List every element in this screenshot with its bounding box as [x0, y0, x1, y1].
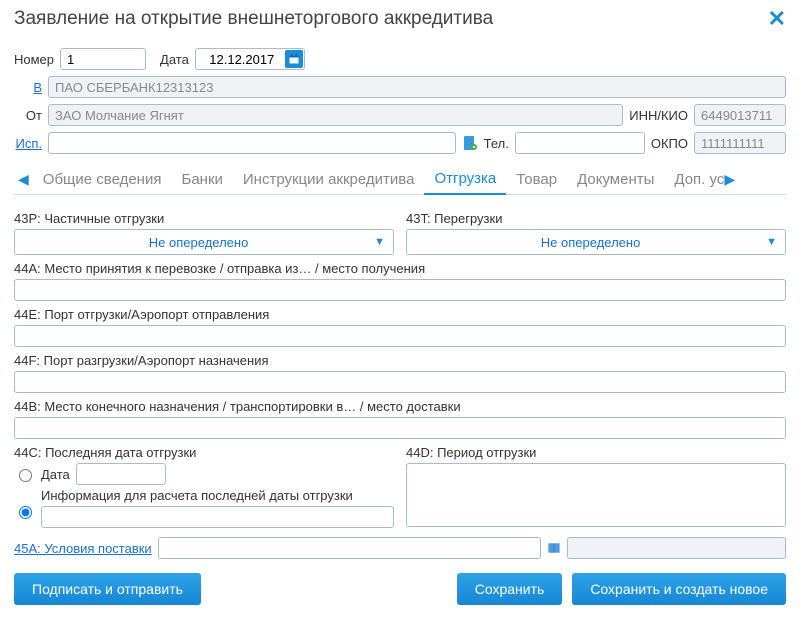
- tab-scroll-left-icon[interactable]: ◀: [14, 171, 33, 188]
- chevron-down-icon: ▼: [766, 236, 777, 248]
- tab-shipment[interactable]: Отгрузка: [424, 164, 506, 195]
- row-number-date: Номер Дата: [14, 48, 786, 70]
- tel-label: Тел.: [484, 136, 509, 151]
- inn-label: ИНН/КИО: [629, 108, 688, 123]
- to-input: [48, 76, 786, 98]
- tab-goods[interactable]: Товар: [506, 165, 567, 194]
- f43p-dropdown[interactable]: Не опеределено ▼: [14, 229, 394, 255]
- okpo-input: [694, 132, 786, 154]
- title-bar: Заявление на открытие внешнеторгового ак…: [14, 8, 786, 30]
- letter-of-credit-form: Заявление на открытие внешнеторгового ак…: [0, 0, 800, 625]
- button-bar: Подписать и отправить Сохранить Сохранит…: [14, 573, 786, 605]
- f44c-calc-input[interactable]: [41, 506, 394, 528]
- okpo-label: ОКПО: [651, 136, 688, 151]
- isp-label-link[interactable]: Исп.: [14, 136, 42, 151]
- f44c-date-radio[interactable]: [19, 469, 32, 482]
- tab-bar: ◀ Общие сведения Банки Инструкции аккред…: [14, 164, 786, 195]
- f44c-date-label: Дата: [41, 467, 70, 482]
- save-new-button[interactable]: Сохранить и создать новое: [572, 573, 786, 605]
- tab-additional[interactable]: Доп. ус: [664, 165, 720, 194]
- f44d-label: 44D: Период отгрузки: [406, 445, 786, 460]
- tab-scroll-right-icon[interactable]: ▶: [720, 171, 739, 188]
- f44e-label: 44E: Порт отгрузки/Аэропорт отправления: [14, 307, 786, 322]
- f43t-value: Не опеределено: [415, 235, 766, 250]
- row-45a: 45A: Условия поставки: [14, 537, 786, 559]
- f44b-input[interactable]: [14, 417, 786, 439]
- row-to: В: [14, 76, 786, 98]
- tab-documents[interactable]: Документы: [567, 165, 664, 194]
- f43t-label: 43T: Перегрузки: [406, 211, 786, 226]
- tab-instructions[interactable]: Инструкции аккредитива: [233, 165, 425, 194]
- row-43p-43t: 43P: Частичные отгрузки Не опеределено ▼…: [14, 205, 786, 255]
- f44c-date-input[interactable]: [76, 463, 166, 485]
- f43p-label: 43P: Частичные отгрузки: [14, 211, 394, 226]
- f45a-label-link[interactable]: 45A: Условия поставки: [14, 541, 152, 556]
- number-input[interactable]: [60, 48, 146, 70]
- inn-input: [694, 104, 786, 126]
- window-title: Заявление на открытие внешнеторгового ак…: [14, 8, 493, 30]
- tab-banks[interactable]: Банки: [171, 165, 232, 194]
- f44c-calc-label: Информация для расчета последней даты от…: [41, 488, 394, 503]
- f44d-textarea[interactable]: [406, 463, 786, 527]
- chevron-down-icon: ▼: [374, 236, 385, 248]
- row-44c-44d: 44C: Последняя дата отгрузки Дата Информ…: [14, 445, 786, 531]
- save-button[interactable]: Сохранить: [457, 573, 563, 605]
- number-label: Номер: [14, 52, 54, 67]
- close-icon[interactable]: ✕: [768, 8, 786, 30]
- directory-icon[interactable]: [547, 541, 561, 555]
- f44c-label: 44C: Последняя дата отгрузки: [14, 445, 394, 460]
- f44f-label: 44F: Порт разгрузки/Аэропорт назначения: [14, 353, 786, 368]
- sign-send-button[interactable]: Подписать и отправить: [14, 573, 201, 605]
- contacts-icon[interactable]: [462, 135, 478, 151]
- f43p-value: Не опеределено: [23, 235, 374, 250]
- to-label-link[interactable]: В: [14, 80, 42, 95]
- row-isp: Исп. Тел. ОКПО: [14, 132, 786, 154]
- isp-input[interactable]: [48, 132, 456, 154]
- tel-input[interactable]: [515, 132, 645, 154]
- f44a-input[interactable]: [14, 279, 786, 301]
- f44f-input[interactable]: [14, 371, 786, 393]
- f43t-dropdown[interactable]: Не опеределено ▼: [406, 229, 786, 255]
- date-label: Дата: [160, 52, 189, 67]
- from-label: От: [14, 108, 42, 123]
- calendar-icon[interactable]: [285, 50, 303, 68]
- f44e-input[interactable]: [14, 325, 786, 347]
- f45a-input-2: [567, 537, 786, 559]
- f44a-label: 44A: Место принятия к перевозке / отправ…: [14, 261, 786, 276]
- from-input: [48, 104, 623, 126]
- row-from: От ИНН/КИО: [14, 104, 786, 126]
- f44b-label: 44B: Место конечного назначения / трансп…: [14, 399, 786, 414]
- f44c-calc-radio[interactable]: [19, 506, 32, 519]
- f45a-input-1[interactable]: [158, 537, 541, 559]
- tab-general[interactable]: Общие сведения: [33, 165, 172, 194]
